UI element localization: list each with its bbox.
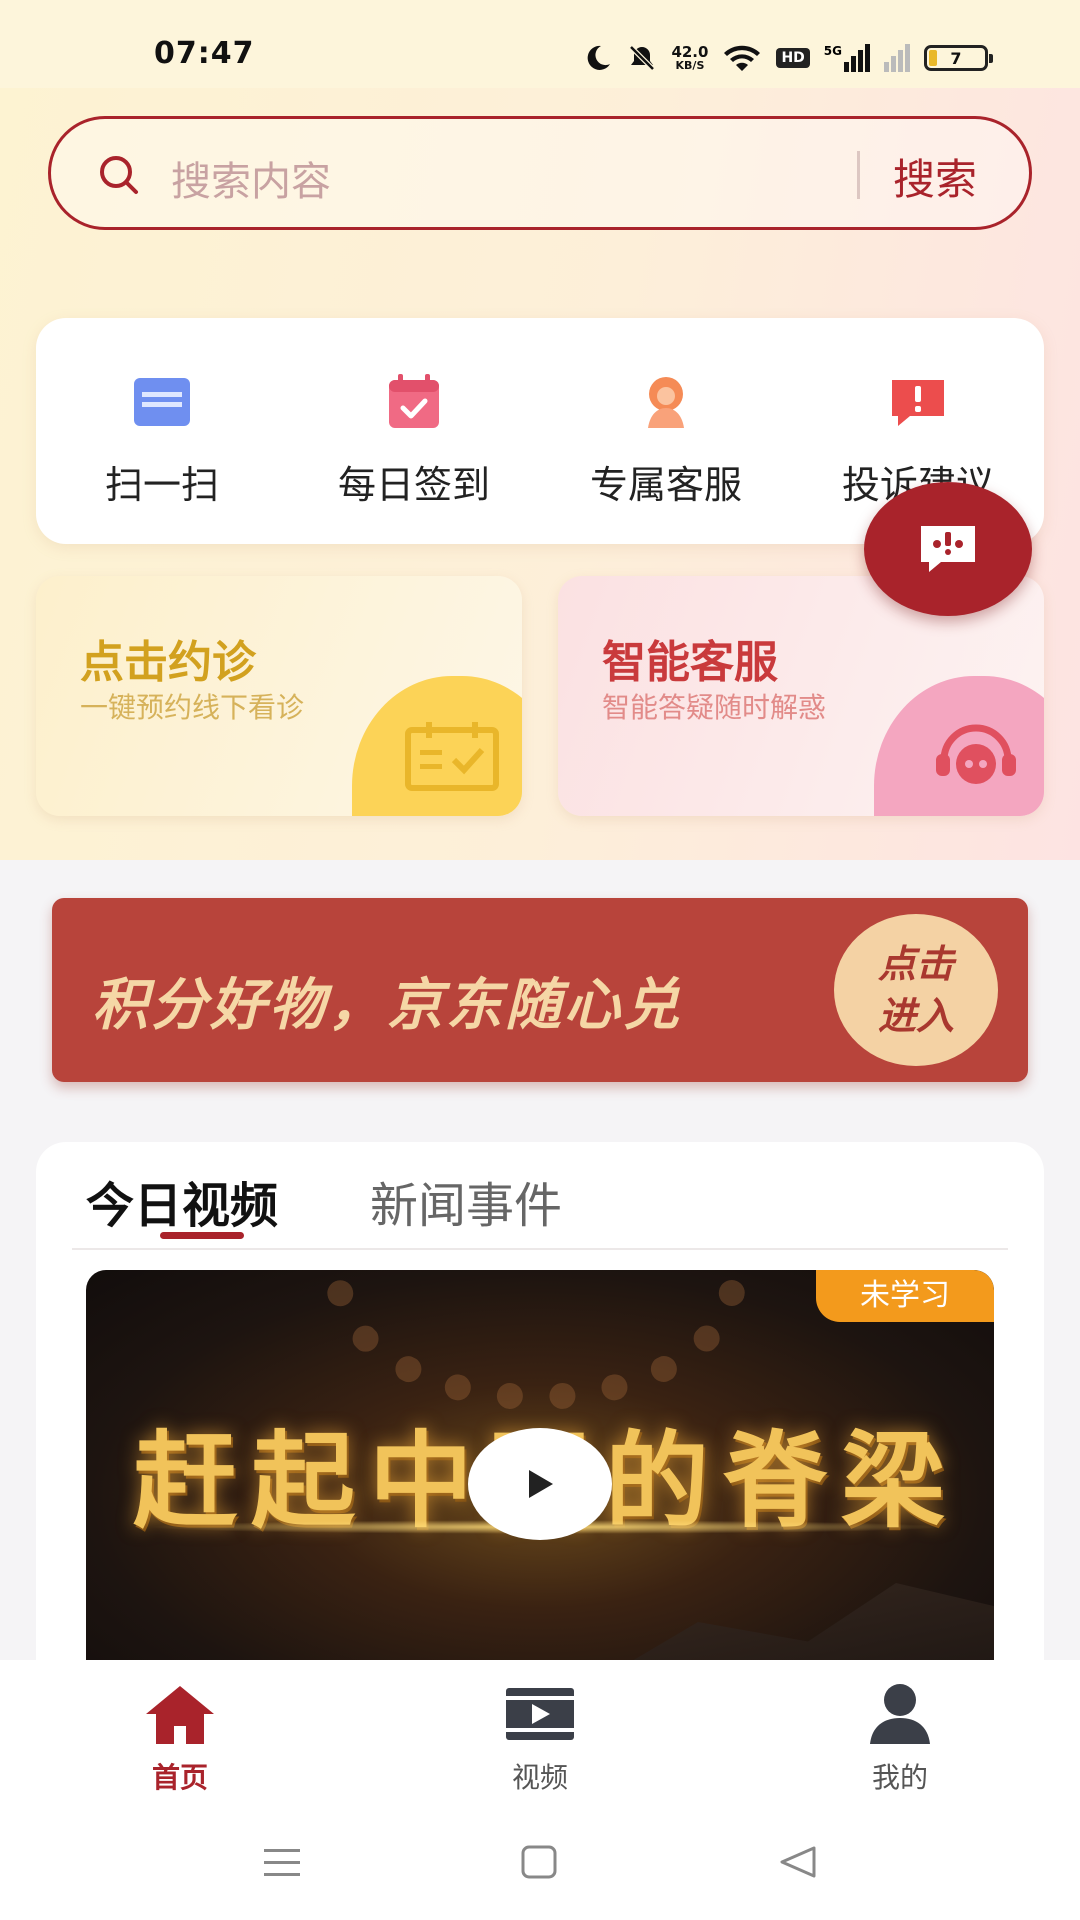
- quick-action-scan[interactable]: 扫一扫: [36, 318, 288, 544]
- calendar-check-icon: [389, 374, 439, 428]
- hd-badge: HD: [776, 48, 810, 68]
- network-type: 5G: [823, 44, 842, 58]
- play-icon: [529, 1470, 553, 1498]
- menu-icon[interactable]: [262, 1846, 302, 1880]
- content-card: 今日视频 新闻事件 赶起中国的脊梁 未学习: [36, 1142, 1044, 1682]
- quick-action-label: 每日签到: [337, 463, 490, 507]
- tab-news-events[interactable]: 新闻事件: [370, 1166, 562, 1236]
- customer-service-icon: [648, 377, 684, 428]
- moon-icon: [588, 45, 611, 70]
- status-time: 07:47: [154, 36, 255, 71]
- banner-text: 积分好物，京东随心兑: [92, 973, 682, 1038]
- nav-label: 我的: [871, 1761, 928, 1794]
- play-button[interactable]: [468, 1428, 612, 1540]
- signal-5g-icon: 5G: [824, 44, 870, 72]
- tab-indicator: [160, 1232, 244, 1239]
- network-speed: 42.0 KB/S: [671, 42, 709, 72]
- network-speed-value: 42.0: [671, 42, 709, 61]
- network-speed-unit: KB/S: [675, 58, 705, 72]
- promo-appointment-card[interactable]: 点击约诊 一键预约线下看诊: [36, 576, 522, 816]
- search-bar[interactable]: 搜索内容 搜索: [48, 116, 1032, 230]
- promo-subtitle: 一键预约线下看诊: [80, 691, 305, 724]
- nav-label: 视频: [511, 1761, 568, 1794]
- search-icon: [100, 156, 138, 194]
- wifi-icon: [724, 45, 761, 71]
- quick-action-label: 扫一扫: [104, 463, 219, 507]
- battery-level: 7: [950, 48, 962, 68]
- home-square-icon[interactable]: [520, 1844, 558, 1880]
- quick-action-service[interactable]: 专属客服: [540, 318, 792, 544]
- tab-divider: [72, 1248, 1008, 1250]
- promo-title: 点击约诊: [80, 637, 256, 688]
- banner-enter-button[interactable]: 点击 进入: [834, 914, 998, 1066]
- robot-headset-icon: [936, 724, 1016, 784]
- points-mall-banner[interactable]: 积分好物，京东随心兑 点击 进入: [52, 898, 1028, 1082]
- tab-today-video[interactable]: 今日视频: [86, 1166, 278, 1236]
- video-icon: [506, 1688, 574, 1740]
- battery-icon: 7: [924, 45, 993, 71]
- status-icons: 42.0 KB/S HD 5G 7: [583, 38, 993, 78]
- promo-title: 智能客服: [602, 637, 778, 688]
- system-navigation-bar: [0, 1806, 1080, 1920]
- video-background-pattern: [326, 1270, 746, 1410]
- user-icon: [870, 1684, 930, 1744]
- home-icon: [146, 1686, 214, 1744]
- quick-action-label: 专属客服: [589, 463, 742, 507]
- nav-home[interactable]: 首页: [0, 1660, 360, 1806]
- search-input[interactable]: 搜索内容: [171, 149, 331, 207]
- search-button[interactable]: 搜索: [893, 146, 977, 207]
- banner-cta-line1: 点击: [877, 942, 954, 986]
- video-thumbnail[interactable]: 赶起中国的脊梁 未学习: [86, 1270, 994, 1682]
- message-alert-icon: [921, 526, 975, 572]
- search-divider: [857, 151, 860, 199]
- nav-video[interactable]: 视频: [360, 1660, 720, 1806]
- signal-weak-icon: [884, 44, 910, 72]
- nav-mine[interactable]: 我的: [720, 1660, 1080, 1806]
- promo-subtitle: 智能答疑随时解惑: [602, 691, 827, 724]
- scan-icon: [134, 378, 190, 426]
- alert-message-icon: [892, 380, 944, 426]
- nav-label: 首页: [151, 1761, 208, 1794]
- banner-cta-line2: 进入: [877, 994, 954, 1038]
- status-bar: 07:47 42.0 KB/S HD 5G 7: [0, 0, 1080, 88]
- bell-muted-icon: [629, 45, 656, 71]
- status-badge: 未学习: [816, 1270, 994, 1322]
- calendar-icon: [405, 722, 499, 791]
- floating-message-button[interactable]: [864, 482, 1032, 616]
- bottom-navigation: 首页 视频 我的: [0, 1660, 1080, 1806]
- back-icon[interactable]: [778, 1844, 818, 1880]
- quick-action-checkin[interactable]: 每日签到: [288, 318, 540, 544]
